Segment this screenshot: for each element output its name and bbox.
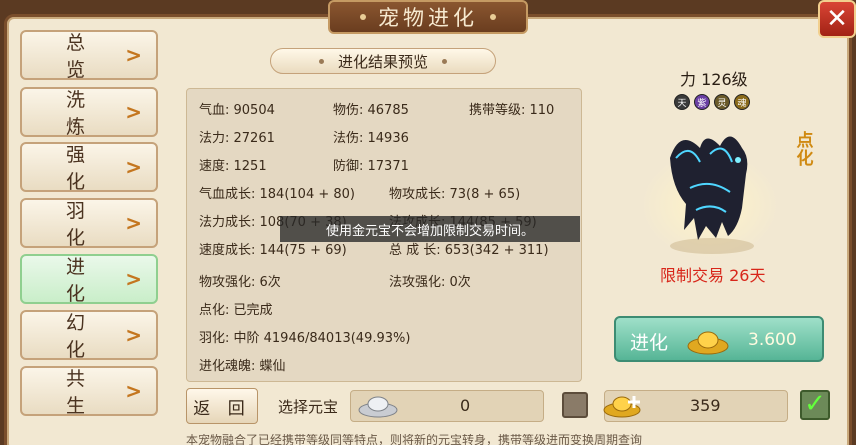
ribbon-dot-right [442,58,447,64]
title-dot-left [360,14,366,20]
stat-defense: 防御: 17371 [333,159,409,174]
gold-yuanbao-value: 359 [690,396,721,415]
back-button[interactable]: 返 回 [186,388,258,424]
skill-soul-icon[interactable]: 魂 [734,94,750,110]
game-window-frame: 宠物进化 ✕ 总 览 > 洗 炼 > 强 化 > 羽 化 > 进 化 > 幻 化… [0,0,856,445]
stat-hp-growth: 气血成长: 184(104 + 80) [199,187,355,202]
stat-phys-growth: 物攻成长: 73(8 + 65) [389,187,521,202]
chevron-right-icon: > [125,379,142,403]
skill-leaf-icon[interactable]: 灵 [714,94,730,110]
tab-label: 总 览 [66,32,92,81]
window-title-banner: 宠物进化 [328,0,528,34]
stat-phys-enhance: 物攻强化: 6次 [199,275,281,290]
title-dot-right [490,14,496,20]
select-yuanbao-label: 选择元宝 [278,398,339,416]
chevron-right-icon: > [125,155,142,179]
stat-hp: 气血: 90504 [199,103,275,118]
silver-yuanbao-value: 0 [460,396,471,415]
chevron-right-icon: > [125,211,142,235]
tab-strengthen[interactable]: 强 化 > [20,142,158,193]
close-icon: ✕ [826,4,848,34]
chevron-right-icon: > [125,43,142,67]
tooltip-text: 使用金元宝不会增加限制交易时间。 [325,223,534,239]
bottom-note: 本宠物融合了已经携带等级同等特点，则将新的元宝转身，携带等级进而变换周期查询 [186,434,643,445]
window-title: 宠物进化 [378,6,478,30]
stat-phys-atk: 物伤: 46785 [333,103,409,118]
trade-limit-text: 限制交易 26天 [660,266,766,285]
tab-evolve[interactable]: 进 化 > [20,254,158,305]
back-label: 返 回 [193,398,251,419]
evolve-button[interactable]: 进化 3.600 [614,316,824,362]
silver-ingot-icon [358,396,398,418]
close-button[interactable]: ✕ [818,0,856,38]
stat-soul: 进化魂魄: 蝶仙 [199,359,286,374]
tab-label: 洗 炼 [66,89,92,138]
preview-title-ribbon: 进化结果预览 [270,48,496,74]
gold-yuanbao-checkbox[interactable]: ✓ [800,390,830,420]
stat-dianhua: 点化: 已完成 [199,303,273,318]
checkmark-icon: ✓ [804,389,826,419]
chevron-right-icon: > [125,100,142,124]
ribbon-dot-left [318,58,324,64]
evolve-button-label: 进化 [630,332,669,354]
preview-title: 进化结果预览 [337,52,428,71]
gold-ingot-icon [687,331,729,355]
tab-label: 羽 化 [66,200,92,249]
pet-model-image[interactable] [650,118,770,258]
stat-speed: 速度: 1251 [199,159,267,174]
stat-mp: 法力: 27261 [199,131,275,146]
tab-label: 强 化 [66,144,92,193]
skill-purple-orb-icon[interactable]: 紫 [694,94,710,110]
tab-transform[interactable]: 幻 化 > [20,310,158,361]
stat-mag-atk: 法伤: 14936 [333,131,409,146]
silver-yuanbao-checkbox[interactable] [562,392,588,418]
stat-mag-enhance: 法攻强化: 0次 [389,275,471,290]
chevron-right-icon: > [125,323,142,347]
skill-sky-icon[interactable]: 天 [674,94,690,110]
gold-ingot-plus-icon [603,396,641,418]
pet-level: 力 126级 [680,70,748,89]
tab-symbiosis[interactable]: 共 生 > [20,366,158,417]
evolve-cost: 3.600 [748,330,797,350]
chevron-right-icon: > [125,267,142,291]
tab-feather[interactable]: 羽 化 > [20,198,158,249]
stat-yuhua: 羽化: 中阶 41946/84013(49.93%) [199,331,411,346]
tab-label: 进 化 [66,256,92,305]
dianhua-badge[interactable]: 点化 [792,132,818,168]
stat-carry-level: 携带等级: 110 [469,103,555,118]
tab-label: 幻 化 [66,312,92,361]
tab-overview[interactable]: 总 览 > [20,30,158,81]
gold-yuanbao-tooltip: 使用金元宝不会增加限制交易时间。 [280,216,580,242]
tab-refine[interactable]: 洗 炼 > [20,87,158,138]
tab-label: 共 生 [66,368,92,417]
